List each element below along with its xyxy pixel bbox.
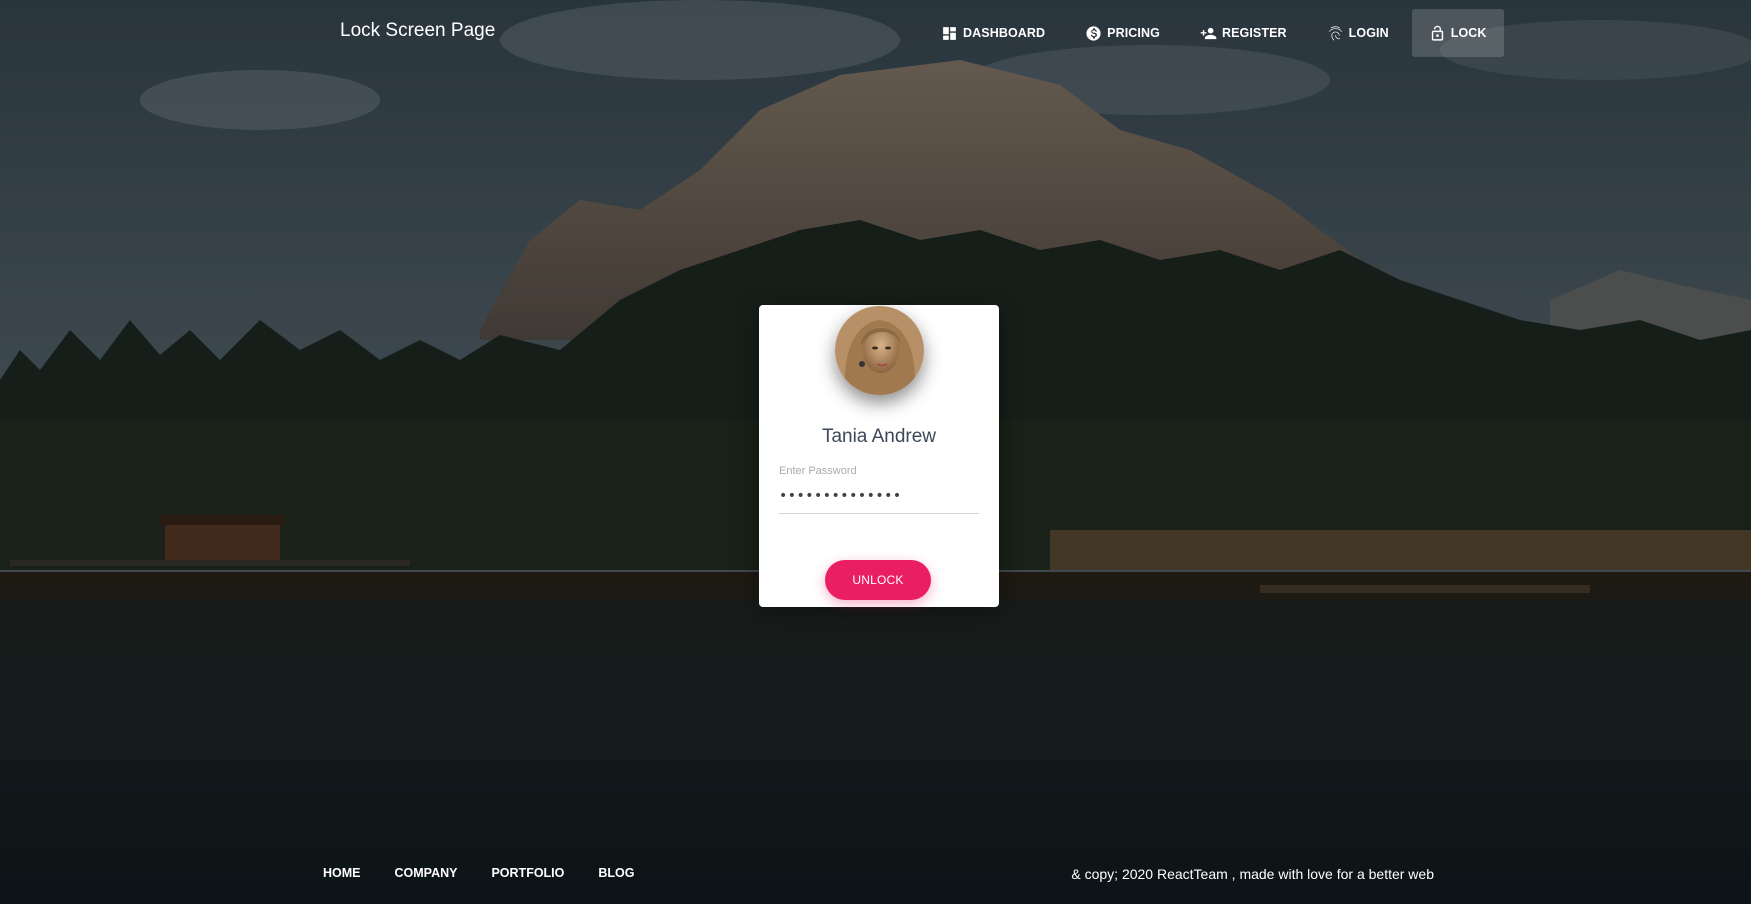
top-navbar: Lock Screen Page DASHBOARD PRICING REGIS… bbox=[0, 0, 1751, 64]
footer-link-blog[interactable]: BLOG bbox=[598, 866, 634, 880]
nav-register[interactable]: REGISTER bbox=[1183, 9, 1304, 57]
nav-links: DASHBOARD PRICING REGISTER LOGIN LOCK bbox=[924, 9, 1510, 57]
nav-lock[interactable]: LOCK bbox=[1411, 9, 1504, 57]
nav-login[interactable]: LOGIN bbox=[1310, 9, 1406, 57]
brand-title[interactable]: Lock Screen Page bbox=[340, 20, 495, 42]
copyright-text: & copy; 2020 ReactTeam , made with love … bbox=[1071, 866, 1434, 882]
nav-pricing[interactable]: PRICING bbox=[1068, 9, 1177, 57]
unlock-button[interactable]: UNLOCK bbox=[825, 560, 931, 600]
dollar-icon bbox=[1085, 25, 1102, 42]
user-avatar bbox=[835, 306, 924, 395]
password-field[interactable] bbox=[779, 487, 979, 514]
dashboard-icon bbox=[941, 25, 958, 42]
person-add-icon bbox=[1200, 25, 1217, 42]
lock-open-icon bbox=[1429, 25, 1446, 42]
nav-pricing-label: PRICING bbox=[1107, 26, 1160, 40]
nav-dashboard[interactable]: DASHBOARD bbox=[924, 9, 1062, 57]
user-name: Tania Andrew bbox=[821, 426, 937, 447]
nav-dashboard-label: DASHBOARD bbox=[963, 26, 1046, 40]
footer-link-home[interactable]: HOME bbox=[323, 866, 361, 880]
nav-login-label: LOGIN bbox=[1348, 26, 1389, 40]
nav-lock-label: LOCK bbox=[1450, 26, 1487, 40]
footer-link-portfolio[interactable]: PORTFOLIO bbox=[491, 866, 564, 880]
password-label: Enter Password bbox=[779, 465, 857, 477]
nav-register-label: REGISTER bbox=[1221, 26, 1287, 40]
lock-card: Tania Andrew Enter Password ••••••••••••… bbox=[759, 305, 999, 607]
footer-link-company[interactable]: COMPANY bbox=[395, 866, 458, 880]
footer-nav: HOME COMPANY PORTFOLIO BLOG bbox=[323, 866, 669, 880]
fingerprint-icon bbox=[1327, 25, 1344, 42]
